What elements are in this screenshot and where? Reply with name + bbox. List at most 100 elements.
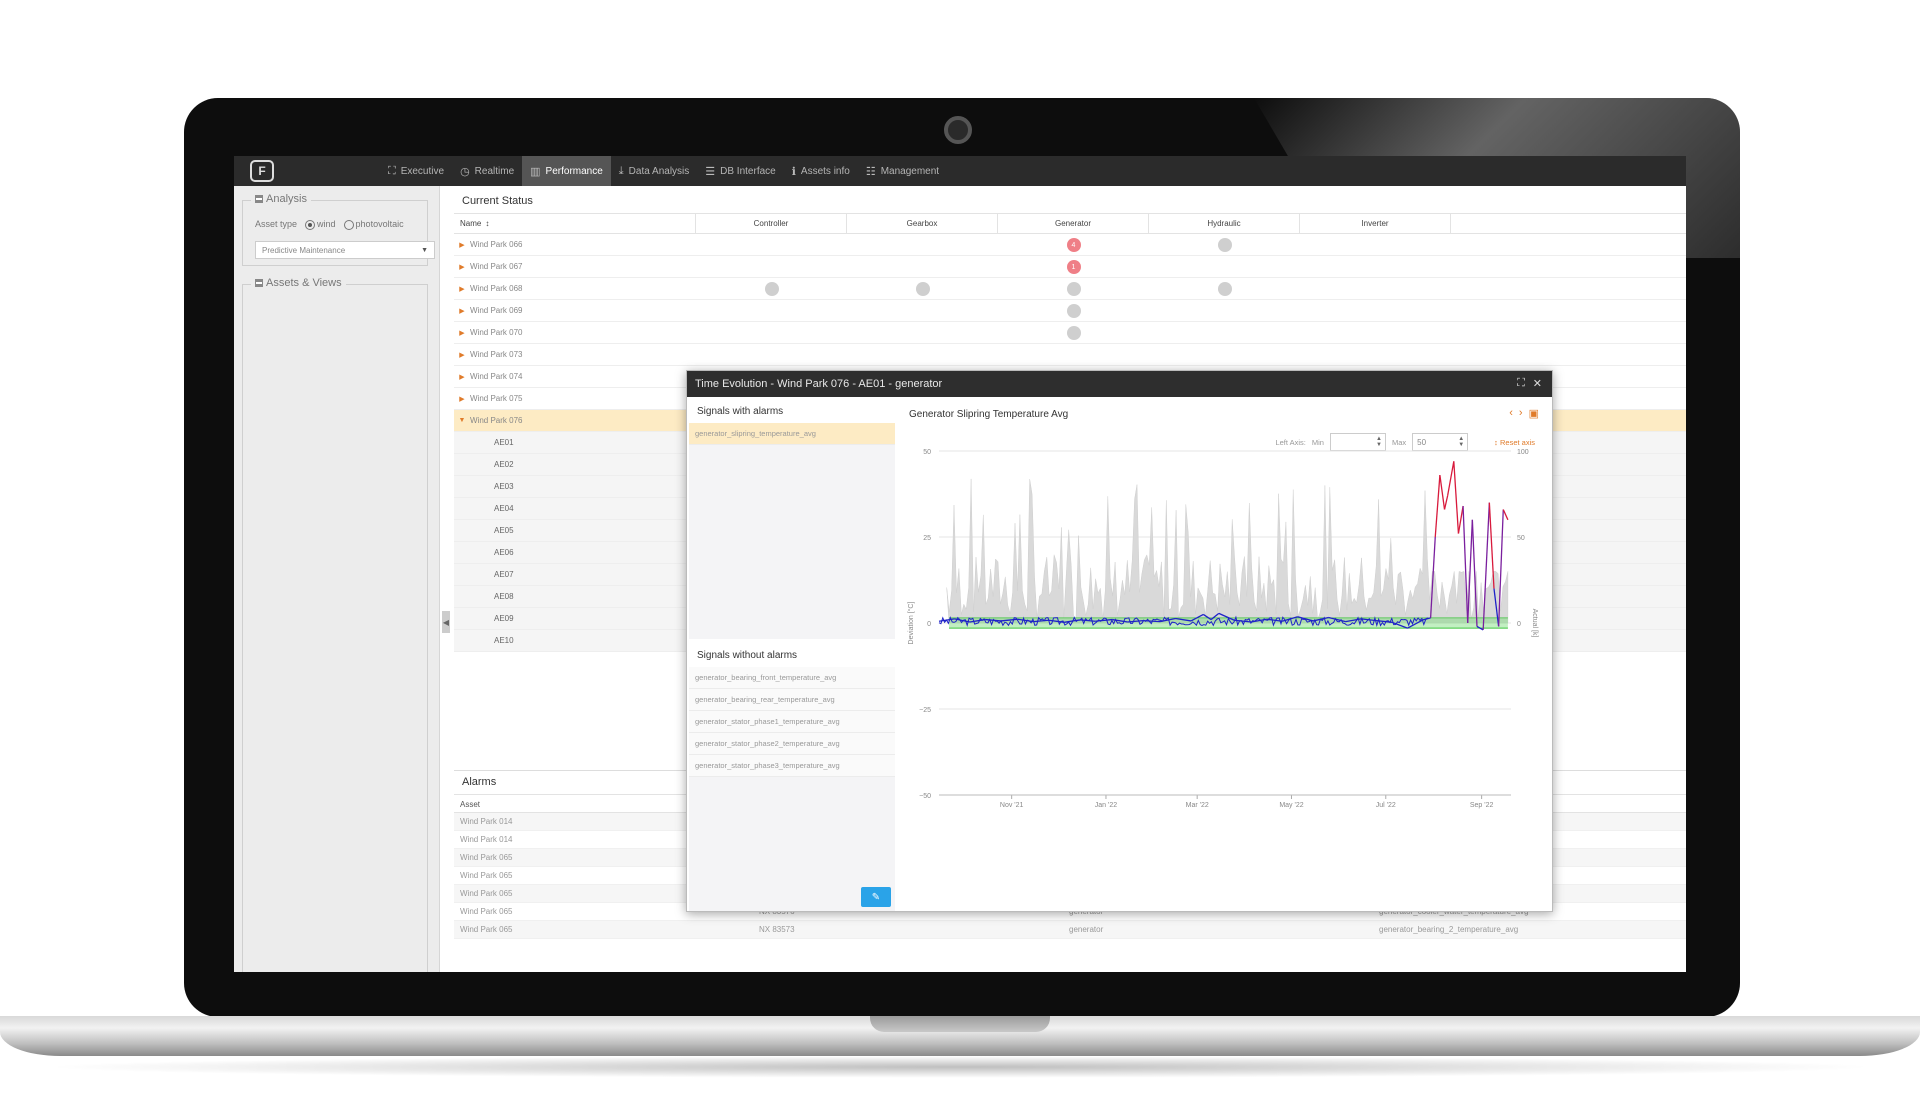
turbine-name: AE03	[494, 482, 514, 491]
caret-right-icon[interactable]: ▶	[454, 241, 470, 249]
status-dot[interactable]	[1217, 238, 1232, 252]
expand-icon[interactable]: ⛶	[1517, 377, 1525, 390]
x-tick-label: Jan '22	[1095, 802, 1117, 809]
turbine-name: AE01	[494, 438, 514, 447]
signal-without-alarm-item[interactable]: generator_stator_phase1_temperature_avg	[689, 711, 895, 733]
app-logo[interactable]: F	[250, 160, 274, 182]
analysis-select-value: Predictive Maintenance	[262, 246, 346, 255]
alarm-badge[interactable]: 1	[1066, 260, 1081, 274]
radio-checked-icon	[305, 219, 316, 230]
analysis-legend-label: Analysis	[266, 193, 307, 205]
analysis-select[interactable]: Predictive Maintenance ▼	[255, 241, 435, 259]
series-segment	[1488, 502, 1495, 589]
close-icon[interactable]: ✕	[1533, 377, 1542, 390]
signal-with-alarm-item[interactable]: generator_slipring_temperature_avg	[689, 423, 895, 445]
time-evolution-chart[interactable]: 50 25 0 −25 −50 100 50 0 Deviation [°C] Actual [k…	[899, 399, 1551, 911]
analysis-legend[interactable]: Analysis	[251, 193, 311, 205]
status-row[interactable]: ▶ Wind Park 073	[454, 344, 1686, 366]
caret-right-icon[interactable]: ▶	[454, 263, 470, 271]
nav-db-interface[interactable]: ☰ DB Interface	[697, 156, 783, 186]
header-spacer	[1451, 214, 1686, 233]
nav-label: Assets info	[800, 165, 850, 177]
database-icon: ☰	[705, 165, 716, 178]
chevron-down-icon: ▼	[421, 247, 428, 254]
signals-with-alarms-title: Signals with alarms	[689, 399, 895, 423]
main-nav: ⛶ Executive ◷ Realtime ▥ Performance ⤓ Data Ana…	[380, 156, 947, 186]
assets-views-legend[interactable]: Assets & Views	[251, 277, 346, 289]
status-row[interactable]: ▶ Wind Park 067 1	[454, 256, 1686, 278]
nav-label: Executive	[400, 165, 445, 177]
status-dot[interactable]	[1066, 282, 1081, 296]
caret-down-icon[interactable]: ▼	[454, 417, 470, 424]
caret-right-icon[interactable]: ▶	[454, 329, 470, 337]
caret-right-icon[interactable]: ▶	[454, 351, 470, 359]
column-header-gearbox[interactable]: Gearbox	[847, 214, 998, 233]
asset-name: Wind Park 074	[470, 372, 523, 381]
nav-performance[interactable]: ▥ Performance	[522, 156, 611, 186]
signal-without-alarm-item[interactable]: generator_stator_phase2_temperature_avg	[689, 733, 895, 755]
edit-signals-button[interactable]: ✎	[861, 887, 891, 907]
nav-realtime[interactable]: ◷ Realtime	[452, 156, 522, 186]
nav-management[interactable]: ☷ Management	[858, 156, 947, 186]
asset-name: Wind Park 068	[470, 284, 523, 293]
alarm-badge[interactable]: 4	[1066, 238, 1081, 252]
radio-wind-label: wind	[317, 219, 336, 229]
alarm-row[interactable]: Wind Park 065 NX 83573 generator generator_…	[454, 921, 1686, 939]
series-segment	[1443, 495, 1449, 510]
camera	[944, 116, 972, 144]
alarm-cell: generator_bearing_2_temperature_avg	[1379, 925, 1519, 934]
status-dot[interactable]	[1217, 282, 1232, 296]
signals-with-alarms-section: Signals with alarms generator_slipring_t…	[689, 399, 895, 639]
status-row[interactable]: ▶ Wind Park 069	[454, 300, 1686, 322]
caret-right-icon[interactable]: ▶	[454, 307, 470, 315]
download-icon: ⤓	[618, 164, 624, 177]
status-dot[interactable]	[915, 282, 930, 296]
collapse-icon	[255, 279, 263, 287]
info-icon: ℹ	[791, 165, 796, 178]
caret-right-icon[interactable]: ▶	[454, 373, 470, 381]
radio-photovoltaic[interactable]: photovoltaic	[343, 219, 404, 230]
caret-right-icon[interactable]: ▶	[454, 285, 470, 293]
signal-without-alarm-item[interactable]: generator_bearing_rear_temperature_avg	[689, 689, 895, 711]
collapse-icon	[255, 195, 263, 203]
series-segment	[1446, 461, 1455, 496]
column-header-hydraulic[interactable]: Hydraulic	[1149, 214, 1300, 233]
status-dot[interactable]	[1066, 304, 1081, 318]
turbine-name: AE06	[494, 548, 514, 557]
chart-area: Generator Slipring Temperature Avg ‹ › ▣…	[899, 399, 1551, 911]
top-navbar: F ⛶ Executive ◷ Realtime ▥ Performance ⤓ Data A…	[234, 156, 1686, 186]
signal-without-alarm-item[interactable]: generator_bearing_front_temperature_avg	[689, 667, 895, 689]
column-header-generator[interactable]: Generator	[998, 214, 1149, 233]
turbine-name: AE04	[494, 504, 514, 513]
status-row[interactable]: ▶ Wind Park 066 4	[454, 234, 1686, 256]
nav-label: Data Analysis	[628, 165, 690, 177]
nav-executive[interactable]: ⛶ Executive	[380, 156, 452, 186]
nav-data-analysis[interactable]: ⤓ Data Analysis	[611, 156, 697, 186]
column-header-name[interactable]: Name ↕	[454, 214, 696, 233]
turbine-name: AE08	[494, 592, 514, 601]
status-dot[interactable]	[764, 282, 779, 296]
y-tick-label: −25	[919, 707, 931, 714]
status-row[interactable]: ▶ Wind Park 070	[454, 322, 1686, 344]
caret-right-icon[interactable]: ▶	[454, 395, 470, 403]
column-header-inverter[interactable]: Inverter	[1300, 214, 1451, 233]
sort-icon[interactable]: ↕	[485, 219, 489, 228]
column-header-controller[interactable]: Controller	[696, 214, 847, 233]
modal-header: Time Evolution - Wind Park 076 - AE01 - …	[687, 371, 1552, 397]
asset-name: Wind Park 067	[470, 262, 523, 271]
signal-without-alarm-item[interactable]: generator_stator_phase3_temperature_avg	[689, 755, 895, 777]
nav-label: DB Interface	[720, 165, 776, 177]
turbine-name: AE05	[494, 526, 514, 535]
asset-name: Wind Park 075	[470, 394, 523, 403]
nav-assets-info[interactable]: ℹ Assets info	[784, 156, 858, 186]
current-status-title: Current Status	[454, 190, 1686, 214]
status-row[interactable]: ▶ Wind Park 068	[454, 278, 1686, 300]
radio-wind[interactable]: wind	[305, 219, 336, 230]
alarm-cell: Wind Park 065	[460, 925, 513, 934]
panel-collapse-handle[interactable]: ◀	[442, 611, 450, 633]
asset-name: Wind Park 066	[470, 240, 523, 249]
turbine-name: AE07	[494, 570, 514, 579]
y2-axis-label: Actual [k]	[1531, 609, 1538, 638]
status-dot[interactable]	[1066, 326, 1081, 340]
x-tick-label: May '22	[1279, 802, 1303, 809]
